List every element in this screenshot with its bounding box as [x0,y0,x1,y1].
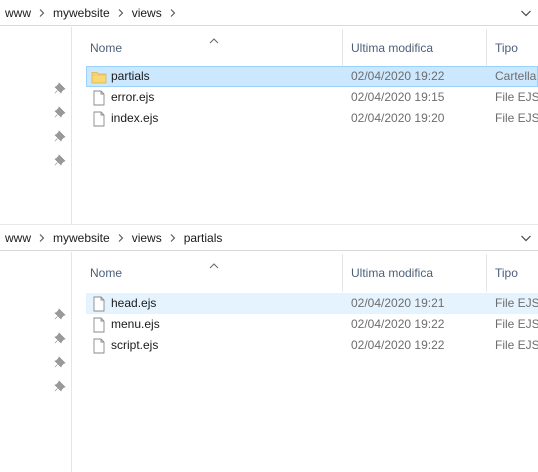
pin-icon[interactable] [54,106,66,118]
column-divider[interactable] [342,29,343,67]
file-icon [91,111,107,127]
file-date: 02/04/2020 19:15 [351,90,445,104]
file-type: File EJS [495,111,538,125]
breadcrumb-www[interactable]: www [2,225,34,251]
file-row-head[interactable]: head.ejs 02/04/2020 19:21 File EJS [86,293,538,314]
chevron-right-icon[interactable] [165,0,181,26]
column-header: Nome Ultima modifica Tipo [72,27,538,67]
file-icon [91,296,107,312]
column-header: Nome Ultima modifica Tipo [72,252,538,292]
breadcrumb: www mywebsite views [0,0,181,26]
chevron-right-icon[interactable] [113,225,129,251]
chevron-down-icon[interactable] [520,7,532,19]
column-header-type[interactable]: Tipo [495,265,518,281]
file-row-script[interactable]: script.ejs 02/04/2020 19:22 File EJS [86,335,538,356]
file-name: head.ejs [111,296,157,310]
file-date: 02/04/2020 19:21 [351,296,445,310]
file-type: File EJS [495,338,538,352]
pin-icon[interactable] [54,308,66,320]
file-name: index.ejs [111,111,159,125]
breadcrumb-mywebsite[interactable]: mywebsite [50,0,113,26]
navigation-pane[interactable] [0,252,72,472]
column-header-name[interactable]: Nome [90,40,122,56]
file-type: File EJS [495,296,538,310]
file-icon [91,338,107,354]
column-divider[interactable] [486,254,487,292]
breadcrumb-mywebsite[interactable]: mywebsite [50,225,113,251]
file-type: File EJS [495,317,538,331]
file-type: File EJS [495,90,538,104]
breadcrumb: www mywebsite views partials [0,225,225,251]
sort-ascending-icon [209,258,219,272]
column-header-date[interactable]: Ultima modifica [351,265,433,281]
explorer-pane-views: www mywebsite views Nome Ultima modifica… [0,0,538,224]
column-header-type[interactable]: Tipo [495,40,518,56]
address-bar[interactable]: www mywebsite views [0,0,538,26]
breadcrumb-views[interactable]: views [129,225,165,251]
breadcrumb-partials[interactable]: partials [181,225,226,251]
pin-icon[interactable] [54,356,66,368]
column-divider[interactable] [486,29,487,67]
chevron-right-icon[interactable] [34,225,50,251]
file-row-error[interactable]: error.ejs 02/04/2020 19:15 File EJS [86,87,538,108]
file-icon [91,90,107,106]
folder-icon [91,69,107,85]
breadcrumb-views[interactable]: views [129,0,165,26]
explorer-pane-partials: www mywebsite views partials Nome Ultima… [0,224,538,472]
file-list: partials 02/04/2020 19:22 Cartella error… [86,66,538,129]
file-name: script.ejs [111,338,159,352]
file-name: partials [111,69,150,83]
pin-icon[interactable] [54,154,66,166]
column-header-name[interactable]: Nome [90,265,122,281]
file-row-menu[interactable]: menu.ejs 02/04/2020 19:22 File EJS [86,314,538,335]
pin-icon[interactable] [54,332,66,344]
file-type: Cartella [495,69,537,83]
chevron-right-icon[interactable] [165,225,181,251]
file-date: 02/04/2020 19:22 [351,317,445,331]
file-row-index[interactable]: index.ejs 02/04/2020 19:20 File EJS [86,108,538,129]
navigation-pane[interactable] [0,27,72,224]
file-date: 02/04/2020 19:22 [351,338,445,352]
chevron-right-icon[interactable] [34,0,50,26]
file-date: 02/04/2020 19:22 [351,69,445,83]
chevron-right-icon[interactable] [113,0,129,26]
file-date: 02/04/2020 19:20 [351,111,445,125]
pin-icon[interactable] [54,130,66,142]
file-row-partials[interactable]: partials 02/04/2020 19:22 Cartella [86,66,538,87]
file-icon [91,317,107,333]
address-bar[interactable]: www mywebsite views partials [0,225,538,251]
file-name: error.ejs [111,90,155,104]
chevron-down-icon[interactable] [520,232,532,244]
sort-ascending-icon [209,33,219,47]
breadcrumb-www[interactable]: www [2,0,34,26]
column-header-date[interactable]: Ultima modifica [351,40,433,56]
file-list: head.ejs 02/04/2020 19:21 File EJS menu.… [86,293,538,356]
file-name: menu.ejs [111,317,160,331]
pin-icon[interactable] [54,82,66,94]
pin-icon[interactable] [54,380,66,392]
column-divider[interactable] [342,254,343,292]
